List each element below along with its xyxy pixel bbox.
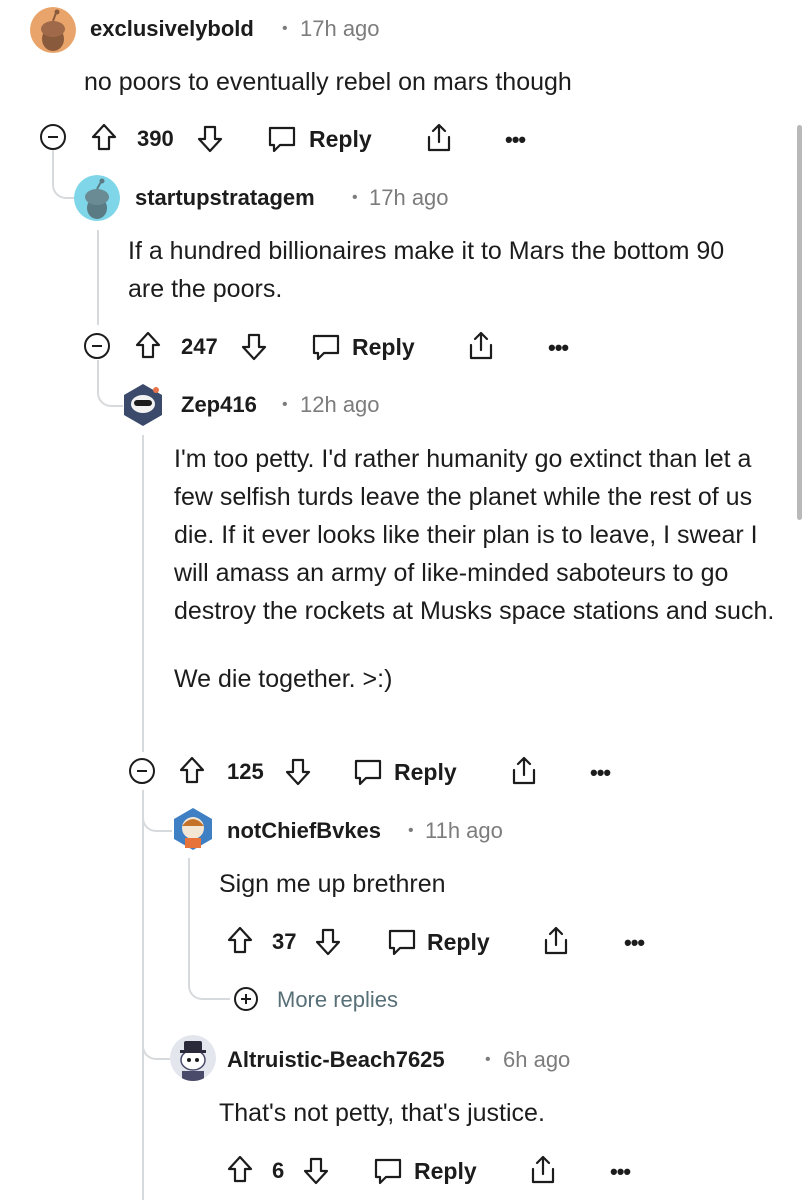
score: 37 [272, 929, 297, 954]
upvote-icon[interactable] [90, 122, 118, 152]
timestamp: 11h ago [425, 818, 503, 843]
score: 125 [227, 759, 264, 784]
username[interactable]: Altruistic-Beach7625 [227, 1047, 445, 1073]
thread-line-level-2-continued [142, 790, 144, 1200]
avatar[interactable] [74, 175, 120, 221]
more-options-button[interactable]: ••• [505, 127, 526, 153]
share-icon[interactable] [528, 1154, 558, 1186]
comment-body: I'm too petty. I'd rather humanity go ex… [174, 440, 779, 698]
snoo-avatar-icon [30, 7, 76, 53]
separator-dot: • [282, 396, 288, 413]
collapse-button[interactable] [129, 758, 155, 784]
separator-dot: • [485, 1051, 491, 1068]
reply-button[interactable]: Reply [427, 929, 490, 956]
comment-body: no poors to eventually rebel on mars tho… [84, 63, 774, 101]
plus-icon[interactable] [234, 987, 258, 1011]
timestamp: 12h ago [300, 392, 380, 417]
reply-icon[interactable] [352, 757, 384, 787]
timestamp: 17h ago [369, 185, 449, 210]
upvote-icon[interactable] [226, 1154, 254, 1184]
username[interactable]: Zep416 [181, 392, 257, 418]
comment-paragraph: no poors to eventually rebel on mars tho… [84, 68, 572, 96]
reply-icon[interactable] [266, 124, 298, 154]
reply-button[interactable]: Reply [414, 1158, 477, 1185]
username[interactable]: startupstratagem [135, 185, 315, 211]
more-options-button[interactable]: ••• [610, 1159, 631, 1185]
separator-dot: • [282, 20, 288, 37]
share-icon[interactable] [541, 925, 571, 957]
snoo-avatar-icon [74, 175, 120, 221]
upvote-icon[interactable] [134, 330, 162, 360]
timestamp: 6h ago [503, 1047, 571, 1072]
comment-body: That's not petty, that's justice. [219, 1094, 779, 1132]
username[interactable]: exclusivelybold [90, 16, 254, 42]
thread-line-level-3[interactable] [188, 858, 190, 968]
snoo-avatar-icon [174, 808, 212, 850]
reply-icon[interactable] [372, 1156, 404, 1186]
score: 247 [181, 334, 218, 359]
upvote-icon[interactable] [226, 925, 254, 955]
comment-paragraph: That's not petty, that's justice. [219, 1099, 545, 1127]
score: 6 [272, 1158, 285, 1183]
downvote-icon[interactable] [302, 1156, 330, 1186]
more-replies-label[interactable]: More replies [277, 987, 398, 1013]
snoo-avatar-icon [170, 1035, 216, 1081]
comment-paragraph: Sign me up brethren [219, 870, 446, 898]
more-options-button[interactable]: ••• [590, 760, 611, 786]
share-icon[interactable] [466, 330, 496, 362]
share-icon[interactable] [424, 122, 454, 154]
thread-line-level-2[interactable] [142, 435, 144, 752]
collapse-button[interactable] [40, 124, 66, 150]
more-options-button[interactable]: ••• [548, 335, 569, 361]
score: 390 [137, 126, 174, 151]
avatar[interactable] [170, 806, 216, 852]
thread-elbow [142, 1010, 172, 1060]
reply-icon[interactable] [386, 927, 418, 957]
separator-dot: • [408, 822, 414, 839]
reply-icon[interactable] [310, 332, 342, 362]
comment-body: If a hundred billionaires make it to Mar… [128, 232, 758, 308]
comment-paragraph: If a hundred billionaires make it to Mar… [128, 237, 725, 303]
more-options-button[interactable]: ••• [624, 930, 645, 956]
thread-elbow [142, 790, 172, 832]
thread-elbow [52, 150, 76, 199]
upvote-icon[interactable] [178, 755, 206, 785]
scrollbar[interactable] [797, 125, 802, 520]
downvote-icon[interactable] [314, 927, 342, 957]
downvote-icon[interactable] [240, 332, 268, 362]
reply-button[interactable]: Reply [352, 334, 415, 361]
collapse-button[interactable] [84, 333, 110, 359]
thread-elbow [97, 360, 123, 407]
downvote-icon[interactable] [284, 757, 312, 787]
thread-line-level-1[interactable] [97, 230, 99, 325]
comment-paragraph: We die together. >:) [174, 665, 393, 693]
separator-dot: • [352, 189, 358, 206]
share-icon[interactable] [509, 755, 539, 787]
avatar[interactable] [120, 382, 166, 428]
snoo-avatar-icon [124, 384, 162, 426]
comment-paragraph: I'm too petty. I'd rather humanity go ex… [174, 445, 775, 625]
avatar[interactable] [170, 1035, 216, 1081]
thread-elbow [188, 960, 230, 1000]
avatar[interactable] [30, 7, 76, 53]
downvote-icon[interactable] [196, 124, 224, 154]
reply-button[interactable]: Reply [309, 126, 372, 153]
username[interactable]: notChiefBvkes [227, 818, 381, 844]
comment-body: Sign me up brethren [219, 865, 779, 903]
reply-button[interactable]: Reply [394, 759, 457, 786]
timestamp: 17h ago [300, 16, 380, 41]
